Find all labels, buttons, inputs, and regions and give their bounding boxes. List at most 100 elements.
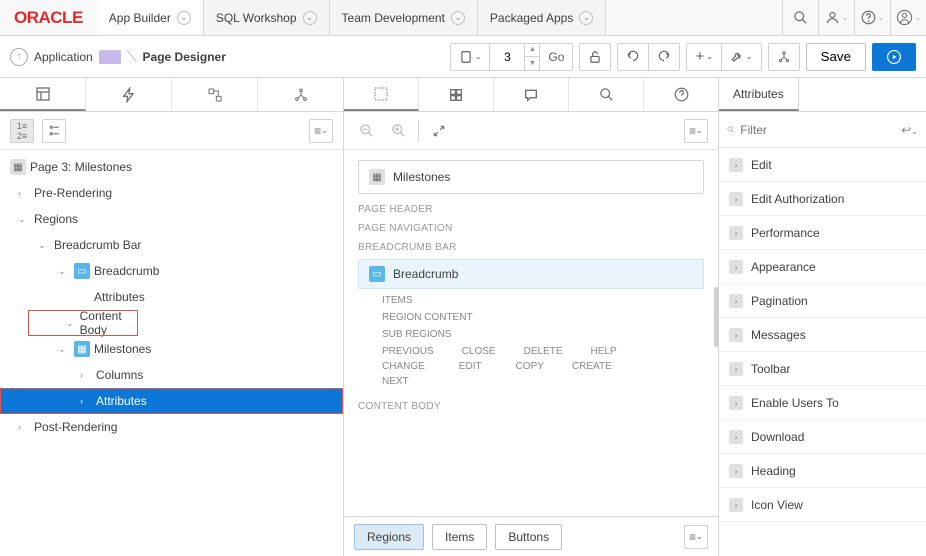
- top-tab-team-dev[interactable]: Team Development ⌄: [330, 0, 478, 35]
- create-button[interactable]: +⌄: [687, 44, 721, 70]
- breadcrumb: ↑ Application ⟍ Page Designer: [10, 48, 226, 66]
- group-appearance[interactable]: ›Appearance: [719, 250, 926, 284]
- tree-post-rendering[interactable]: › Post-Rendering: [0, 414, 343, 440]
- breadcrumb-region[interactable]: ▭ Breadcrumb: [358, 259, 704, 289]
- tree-attributes[interactable]: › Attributes: [0, 388, 343, 414]
- chevron-right-icon: ›: [729, 362, 743, 376]
- tab-page-search[interactable]: [569, 78, 644, 111]
- action-close[interactable]: CLOSE: [462, 346, 496, 357]
- chevron-down-icon[interactable]: ⌄: [303, 11, 317, 25]
- chevron-down-icon[interactable]: ⌄: [177, 11, 191, 25]
- page-spinner: ▲ ▼: [524, 44, 540, 70]
- tab-dynamic-actions[interactable]: [86, 78, 172, 111]
- action-create[interactable]: CREATE: [572, 361, 612, 372]
- chevron-down-icon[interactable]: ⌄: [58, 266, 70, 277]
- chevron-right-icon[interactable]: ›: [80, 396, 92, 406]
- zoom-out-button[interactable]: [354, 119, 378, 143]
- group-edit-authorization[interactable]: ›Edit Authorization: [719, 182, 926, 216]
- undo-button[interactable]: [618, 44, 649, 70]
- group-toolbar[interactable]: ›Toolbar: [719, 352, 926, 386]
- chevron-right-icon[interactable]: ›: [80, 370, 92, 380]
- layout-menu-button[interactable]: ≡ ⌄: [684, 119, 708, 143]
- splitter-handle[interactable]: [714, 287, 719, 347]
- chevron-right-icon[interactable]: ›: [18, 422, 30, 432]
- tab-processing[interactable]: [172, 78, 258, 111]
- group-label: Icon View: [751, 498, 803, 512]
- group-icon-view[interactable]: ›Icon View: [719, 488, 926, 522]
- chevron-down-icon[interactable]: ⌄: [451, 11, 465, 25]
- group-edit[interactable]: ›Edit: [719, 148, 926, 182]
- tree-milestones[interactable]: ⌄ ▦ Milestones: [0, 336, 343, 362]
- tree-breadcrumb[interactable]: ⌄ ▭ Breadcrumb: [0, 258, 343, 284]
- expand-button[interactable]: [427, 119, 451, 143]
- tree-menu-button[interactable]: ≡ ⌄: [309, 119, 333, 143]
- lock-button[interactable]: [580, 44, 610, 70]
- chevron-right-icon[interactable]: ›: [18, 188, 30, 198]
- action-change[interactable]: CHANGE: [382, 361, 425, 372]
- group-messages[interactable]: ›Messages: [719, 318, 926, 352]
- filter-input[interactable]: [740, 123, 895, 137]
- chevron-down-icon[interactable]: ⌄: [58, 344, 70, 355]
- tree-columns[interactable]: › Columns: [0, 362, 343, 388]
- action-previous[interactable]: PREVIOUS: [382, 346, 434, 357]
- search-icon[interactable]: [782, 0, 818, 35]
- shared-components-button[interactable]: [769, 44, 799, 70]
- utilities-button[interactable]: ⌄: [722, 44, 761, 70]
- action-copy[interactable]: COPY: [516, 361, 544, 372]
- redo-button[interactable]: [649, 44, 679, 70]
- tree-breadcrumb-bar[interactable]: ⌄ Breadcrumb Bar: [0, 232, 343, 258]
- filter-options-button[interactable]: ↩︎⌄: [901, 123, 918, 137]
- region-milestones-card[interactable]: ▦ Milestones: [358, 160, 704, 194]
- chevron-down-icon[interactable]: ⌄: [579, 11, 593, 25]
- go-button[interactable]: Go: [540, 44, 572, 70]
- right-tab-attributes[interactable]: Attributes: [719, 78, 799, 111]
- chevron-right-icon: ›: [729, 464, 743, 478]
- display-mode-label[interactable]: 1≡2≡: [10, 119, 34, 143]
- user-icon[interactable]: ⌄: [890, 0, 926, 35]
- top-tab-app-builder[interactable]: App Builder ⌄: [97, 0, 204, 35]
- crumb-app[interactable]: Application: [34, 50, 93, 64]
- help-icon[interactable]: ⌄: [854, 0, 890, 35]
- top-tab-label: App Builder: [109, 11, 171, 25]
- group-enable-users-to[interactable]: ›Enable Users To: [719, 386, 926, 420]
- chevron-down-icon[interactable]: ⌄: [38, 240, 50, 251]
- tab-rendering[interactable]: [0, 78, 86, 111]
- tree-regions[interactable]: ⌄ Regions: [0, 206, 343, 232]
- tree-page-root[interactable]: ▦ Page 3: Milestones: [0, 154, 343, 180]
- tree-bc-attributes[interactable]: Attributes: [0, 284, 343, 310]
- page-up-button[interactable]: ▲: [525, 44, 539, 57]
- gallery-tab-items[interactable]: Items: [432, 524, 487, 550]
- group-performance[interactable]: ›Performance: [719, 216, 926, 250]
- page-chooser-button[interactable]: ⌄: [451, 44, 491, 70]
- action-edit[interactable]: EDIT: [459, 361, 482, 372]
- display-mode-component[interactable]: [42, 119, 66, 143]
- tab-messages[interactable]: [494, 78, 569, 111]
- tab-shared[interactable]: [258, 78, 343, 111]
- top-tab-sql-workshop[interactable]: SQL Workshop ⌄: [204, 0, 330, 35]
- gallery-tab-buttons[interactable]: Buttons: [495, 524, 562, 550]
- group-heading[interactable]: ›Heading: [719, 454, 926, 488]
- tab-layout[interactable]: [344, 78, 419, 111]
- page-number-input[interactable]: [490, 44, 524, 70]
- top-tab-packaged-apps[interactable]: Packaged Apps ⌄: [478, 0, 606, 35]
- main-layout: 1≡2≡ ≡ ⌄ ▦ Page 3: Milestones › Pre-Rend…: [0, 78, 926, 556]
- gallery-tab-regions[interactable]: Regions: [354, 524, 424, 550]
- tree-content-body[interactable]: ⌄ Content Body: [28, 310, 138, 336]
- zoom-in-button[interactable]: [386, 119, 410, 143]
- tree-pre-rendering[interactable]: › Pre-Rendering: [0, 180, 343, 206]
- action-help[interactable]: HELP: [591, 346, 617, 357]
- tab-component-view[interactable]: [419, 78, 494, 111]
- gallery-menu-button[interactable]: ≡ ⌄: [684, 525, 708, 549]
- up-arrow-icon[interactable]: ↑: [10, 48, 28, 66]
- action-next[interactable]: NEXT: [382, 376, 409, 387]
- group-download[interactable]: ›Download: [719, 420, 926, 454]
- chevron-down-icon[interactable]: ⌄: [66, 318, 76, 329]
- save-button[interactable]: Save: [806, 43, 866, 71]
- chevron-down-icon[interactable]: ⌄: [18, 214, 30, 225]
- run-button[interactable]: [872, 43, 916, 71]
- tab-help[interactable]: [644, 78, 718, 111]
- page-down-button[interactable]: ▼: [525, 57, 539, 70]
- group-pagination[interactable]: ›Pagination: [719, 284, 926, 318]
- admin-icon[interactable]: ⌄: [818, 0, 854, 35]
- action-delete[interactable]: DELETE: [524, 346, 563, 357]
